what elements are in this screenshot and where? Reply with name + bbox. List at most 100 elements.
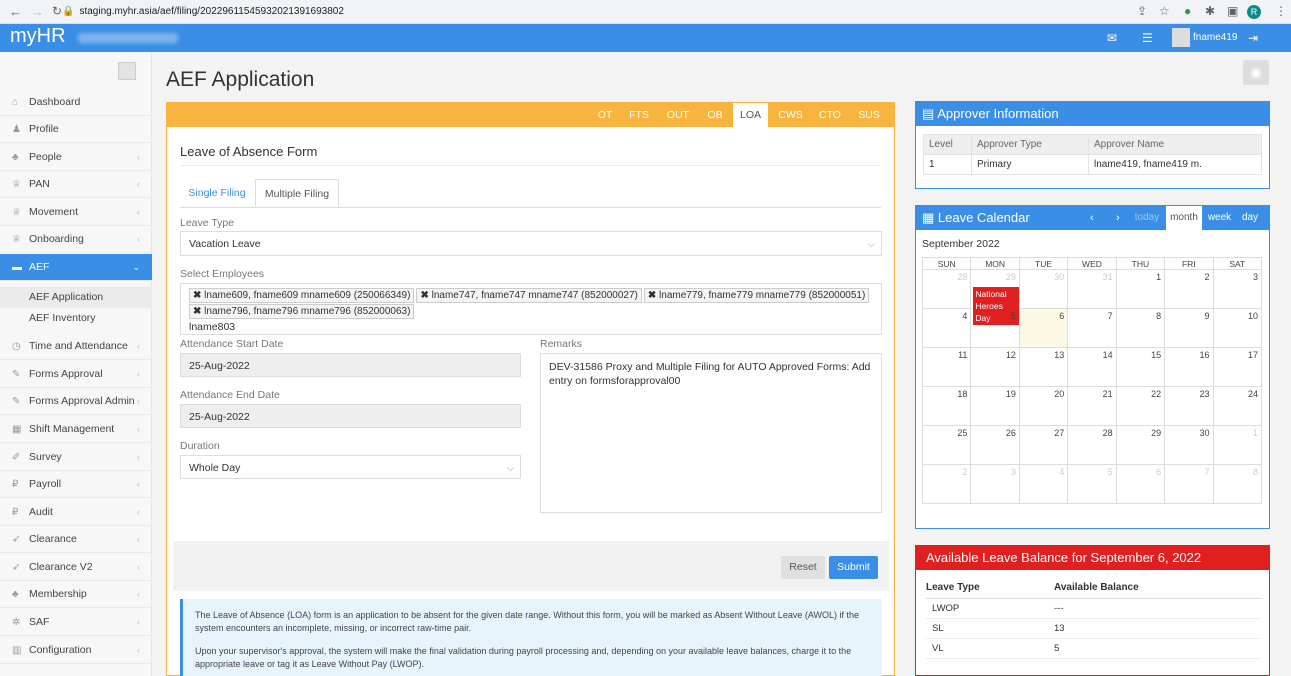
eye-icon[interactable]: ◉ bbox=[1243, 60, 1269, 85]
calendar-day[interactable]: 6 bbox=[1115, 464, 1166, 504]
calendar-day[interactable]: 24 bbox=[1212, 386, 1263, 426]
profile-avatar[interactable]: R bbox=[1247, 5, 1261, 19]
start-date-field[interactable]: 25-Aug-2022 bbox=[180, 353, 521, 377]
sidebar-item-pan[interactable]: ♕ PAN ‹ bbox=[0, 171, 152, 198]
tab-out[interactable]: OUT bbox=[663, 103, 693, 127]
sidebar-item-people[interactable]: ♣ People ‹ bbox=[0, 144, 152, 171]
calendar-day[interactable]: 16 bbox=[1164, 347, 1214, 387]
sidebar-item-survey[interactable]: ✐ Survey ‹ bbox=[0, 444, 152, 471]
calendar-day[interactable]: 11 bbox=[921, 347, 972, 387]
remove-icon[interactable]: ✖ bbox=[648, 290, 656, 301]
calendar-day[interactable]: 7 bbox=[1164, 464, 1214, 504]
sidebar-item-onboarding[interactable]: ♕ Onboarding ‹ bbox=[0, 226, 152, 253]
calendar-day[interactable]: 19 bbox=[970, 386, 1020, 426]
sidebar-item-dashboard[interactable]: ⌂ Dashboard bbox=[0, 89, 152, 116]
calendar-day[interactable]: 15 bbox=[1115, 347, 1166, 387]
list-icon[interactable]: ☰ bbox=[1142, 31, 1153, 45]
calendar-day[interactable]: 9 bbox=[1164, 308, 1214, 348]
calendar-day[interactable]: 12 bbox=[970, 347, 1020, 387]
sidebar-item-membership[interactable]: ♣ Membership ‹ bbox=[0, 581, 152, 608]
sidebar-item-profile[interactable]: ♟ Profile bbox=[0, 116, 152, 143]
sidebar-item-clearance-v2[interactable]: ➶ Clearance V2 ‹ bbox=[0, 554, 152, 581]
calendar-day[interactable]: 29 National Heroes Day bbox=[970, 269, 1020, 325]
sidebar-item-movement[interactable]: ♕ Movement ‹ bbox=[0, 199, 152, 226]
remove-icon[interactable]: ✖ bbox=[193, 306, 201, 317]
calendar-day[interactable]: 14 bbox=[1067, 347, 1117, 387]
employee-multiselect[interactable]: ✖ lname609, fname609 mname609 (250066349… bbox=[180, 283, 882, 335]
week-view-button[interactable]: week bbox=[1206, 206, 1233, 230]
sidepanel-icon[interactable]: ▣ bbox=[1227, 4, 1238, 18]
calendar-day[interactable]: 28 bbox=[1067, 425, 1117, 465]
tab-ob[interactable]: OB bbox=[701, 103, 729, 127]
day-view-button[interactable]: day bbox=[1237, 206, 1263, 230]
reset-button[interactable]: Reset bbox=[781, 556, 825, 579]
user-avatar[interactable] bbox=[1172, 28, 1190, 47]
tab-fts[interactable]: FTS bbox=[626, 103, 652, 127]
app-logo[interactable]: myHR bbox=[10, 25, 66, 48]
calendar-day[interactable]: 1 bbox=[1212, 425, 1263, 465]
menu-dots-icon[interactable]: ⋮ bbox=[1275, 4, 1287, 18]
sidebar-item-configuration[interactable]: ▥ Configuration ‹ bbox=[0, 637, 152, 664]
sidebar-item-audit[interactable]: ₽ Audit ‹ bbox=[0, 499, 152, 526]
sidebar-item-payroll[interactable]: ₽ Payroll ‹ bbox=[0, 471, 152, 498]
month-view-button[interactable]: month bbox=[1166, 206, 1202, 230]
today-button[interactable]: today bbox=[1132, 206, 1162, 230]
tab-multiple-filing[interactable]: Multiple Filing bbox=[255, 179, 339, 207]
tab-cws[interactable]: CWS bbox=[774, 103, 807, 127]
calendar-day[interactable]: 30 bbox=[1018, 269, 1069, 309]
calendar-day[interactable]: 18 bbox=[921, 386, 972, 426]
calendar-day[interactable]: 27 bbox=[1018, 425, 1069, 465]
calendar-day[interactable]: 29 bbox=[1115, 425, 1166, 465]
sidebar-item-clearance[interactable]: ➶ Clearance ‹ bbox=[0, 526, 152, 553]
calendar-day[interactable]: 2 bbox=[1164, 269, 1214, 309]
calendar-day[interactable]: 6 bbox=[1018, 308, 1069, 348]
calendar-day[interactable]: 1 bbox=[1115, 269, 1166, 309]
calendar-day[interactable]: 8 bbox=[1212, 464, 1263, 504]
tab-ot[interactable]: OT bbox=[593, 103, 617, 127]
employee-search-input[interactable]: lname803 bbox=[189, 320, 873, 334]
tab-loa[interactable]: LOA bbox=[733, 103, 768, 127]
remove-icon[interactable]: ✖ bbox=[193, 290, 201, 301]
sidebar-toggle-button[interactable] bbox=[118, 62, 136, 80]
calendar-day[interactable]: 20 bbox=[1018, 386, 1069, 426]
tab-single-filing[interactable]: Single Filing bbox=[180, 179, 254, 207]
leave-type-select[interactable]: Vacation Leave ⌵ bbox=[180, 231, 882, 256]
calendar-day[interactable]: 10 bbox=[1212, 308, 1263, 348]
calendar-day[interactable]: 31 bbox=[1067, 269, 1117, 309]
end-date-field[interactable]: 25-Aug-2022 bbox=[180, 404, 521, 428]
submit-button[interactable]: Submit bbox=[829, 556, 878, 579]
calendar-day[interactable]: 13 bbox=[1018, 347, 1069, 387]
username[interactable]: fname419 bbox=[1193, 32, 1237, 43]
tab-cto[interactable]: CTO bbox=[814, 103, 846, 127]
tab-sus[interactable]: SUS bbox=[853, 103, 885, 127]
calendar-day[interactable]: 17 bbox=[1212, 347, 1263, 387]
sidebar-item-saf[interactable]: ✲ SAF ‹ bbox=[0, 609, 152, 636]
puzzle-icon[interactable]: ✱ bbox=[1205, 4, 1215, 18]
sidebar-item-aef[interactable]: ▬ AEF ⌄ bbox=[0, 254, 152, 281]
calendar-day[interactable]: 4 bbox=[1018, 464, 1069, 504]
calendar-day[interactable]: 2 bbox=[921, 464, 972, 504]
share-icon[interactable]: ⇪ bbox=[1137, 4, 1147, 18]
calendar-day[interactable]: 30 bbox=[1164, 425, 1214, 465]
calendar-day[interactable]: 5 bbox=[1067, 464, 1117, 504]
calendar-day[interactable]: 23 bbox=[1164, 386, 1214, 426]
back-icon[interactable]: ← bbox=[9, 4, 22, 19]
address-bar[interactable]: 🔒 staging.myhr.asia/aef/filing/2022961154… bbox=[62, 3, 1142, 21]
sidebar-item-time-and-attendance[interactable]: ◷ Time and Attendance ‹ bbox=[0, 333, 152, 360]
calendar-day[interactable]: 7 bbox=[1067, 308, 1117, 348]
sidebar-item-forms-approval[interactable]: ✎ Forms Approval ‹ bbox=[0, 361, 152, 388]
calendar-day[interactable]: 3 bbox=[1212, 269, 1263, 309]
sidebar-item-forms-approval-admin[interactable]: ✎ Forms Approval Admin ‹ bbox=[0, 388, 152, 415]
mail-icon[interactable]: ✉ bbox=[1107, 31, 1117, 45]
calendar-day[interactable]: 25 bbox=[921, 425, 972, 465]
duration-select[interactable]: Whole Day ⌵ bbox=[180, 455, 521, 479]
calendar-day[interactable]: 4 bbox=[921, 308, 972, 348]
remove-icon[interactable]: ✖ bbox=[420, 290, 428, 301]
extension-icon[interactable]: ● bbox=[1184, 4, 1191, 18]
sidebar-subitem-aef-application[interactable]: AEF Application bbox=[0, 287, 152, 308]
calendar-day[interactable]: 3 bbox=[970, 464, 1020, 504]
calendar-day[interactable]: 8 bbox=[1115, 308, 1166, 348]
logout-icon[interactable]: ⇥ bbox=[1248, 31, 1258, 45]
calendar-day[interactable]: 21 bbox=[1067, 386, 1117, 426]
sidebar-item-shift-management[interactable]: ▦ Shift Management ‹ bbox=[0, 416, 152, 443]
